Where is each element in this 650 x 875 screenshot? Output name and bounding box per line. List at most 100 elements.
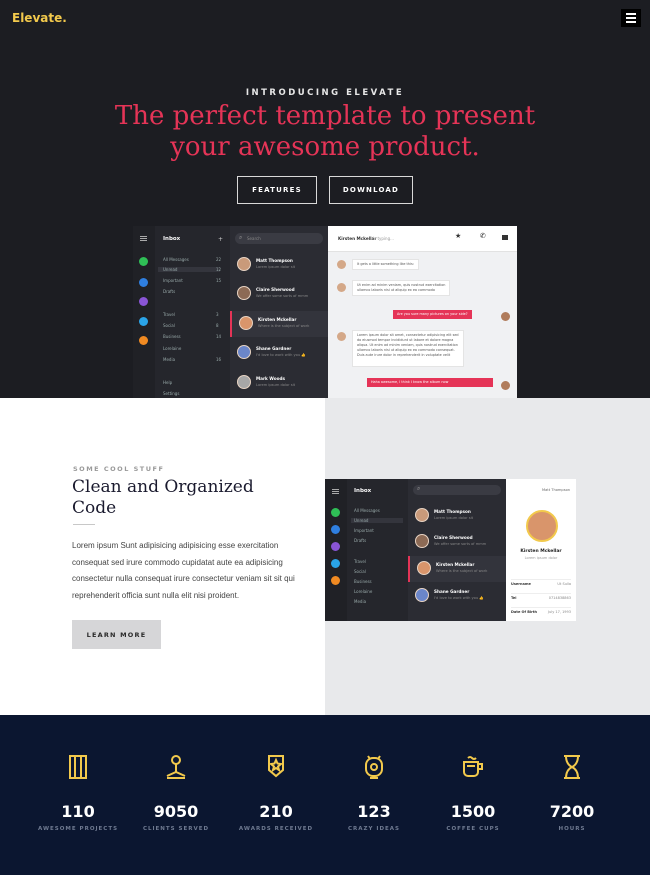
conversation-item[interactable]: Mark Woods Lorem ipsum dolor sit xyxy=(230,370,328,396)
search-input[interactable]: ⌕ Search xyxy=(235,233,323,244)
app-mockup-profile: Inbox All Messages Unread Important Draf… xyxy=(325,479,576,621)
folder-item[interactable]: Settings xyxy=(163,391,179,396)
stat-label: HOURS xyxy=(558,826,586,832)
inbox-title: Inbox xyxy=(354,488,372,494)
stat-value: 210 xyxy=(259,802,293,821)
hamburger-icon[interactable] xyxy=(621,9,641,27)
app-rail xyxy=(133,226,155,398)
conversation-item[interactable]: Shane Gardner I'd love to work with you … xyxy=(408,583,506,609)
hero-kicker: INTRODUCING ELEVATE xyxy=(245,88,405,98)
folder-item[interactable]: Business xyxy=(163,334,181,339)
contact-name: Kirsten Mckellar xyxy=(258,317,297,322)
row-value: July 17, 1993 xyxy=(548,610,571,614)
avatar xyxy=(337,332,346,341)
skype-icon xyxy=(331,559,340,568)
avatar xyxy=(337,260,346,269)
contact-preview: Lorem ipsum dolor sit xyxy=(434,516,474,520)
message-bubble: Ut enim ad minim veniam, quis nostrud ex… xyxy=(352,280,451,296)
conversation-item-active[interactable]: Kirsten Mckellar Where is the subject of… xyxy=(408,556,506,582)
folder-item[interactable]: All Messages xyxy=(163,257,189,262)
avatar xyxy=(237,257,251,271)
folder-count: 15 xyxy=(216,278,222,283)
folder-item[interactable]: Lorelaine xyxy=(163,346,181,351)
app-mockup-chat: Inbox + All Messages Unread Important Dr… xyxy=(133,226,517,398)
contact-name: Shane Gardner xyxy=(256,346,292,351)
stat-label: CRAZY IDEAS xyxy=(347,826,400,832)
contact-preview: Lorem ipsum dolor sit xyxy=(256,265,296,269)
conversation-item[interactable]: Shane Gardner I'd love to work with you … xyxy=(230,340,328,366)
folder-item[interactable]: Media xyxy=(354,599,366,604)
contact-preview: We offer some sorts of mmm xyxy=(256,294,309,298)
folder-item[interactable]: Business xyxy=(354,579,372,584)
message-bubble: It gets a little something like this: xyxy=(352,259,419,270)
folder-count: 14 xyxy=(216,334,222,339)
whatsapp-icon xyxy=(331,508,340,517)
stat-clients: 9050 CLIENTS SERVED xyxy=(126,752,226,832)
menu-icon xyxy=(140,236,147,237)
award-icon xyxy=(268,755,284,778)
learn-more-button[interactable]: LEARN MORE xyxy=(72,620,161,649)
star-icon[interactable]: ★ xyxy=(455,232,461,240)
message-bubble: Lorem ipsum dolor sit amet, consectetur … xyxy=(352,330,464,367)
folder-item[interactable]: Media xyxy=(163,357,175,362)
inbox-title: Inbox xyxy=(163,236,181,242)
skype-icon xyxy=(139,317,148,326)
profile-avatar xyxy=(526,510,558,542)
message-bubble-sent: Are you sure many pictures on your side? xyxy=(393,310,472,319)
coffee-icon xyxy=(463,756,483,777)
folder-item[interactable]: Social xyxy=(163,323,175,328)
folder-count: 22 xyxy=(216,257,222,262)
folder-item[interactable]: Social xyxy=(354,569,366,574)
stat-value: 1500 xyxy=(450,802,496,821)
contact-name: Claire Sherwood xyxy=(256,287,295,292)
folder-item[interactable]: Travel xyxy=(354,559,366,564)
conversation-item-active[interactable]: Kirsten Mckellar Where is the subject of… xyxy=(230,311,328,337)
rss-icon xyxy=(139,336,148,345)
folder-item[interactable]: Important xyxy=(354,528,374,533)
stat-value: 123 xyxy=(357,802,391,821)
stat-value: 9050 xyxy=(153,802,199,821)
contact-preview: We offer some sorts of mmm xyxy=(434,542,487,546)
row-label: Username xyxy=(511,582,531,586)
folder-item[interactable]: All Messages xyxy=(354,508,380,513)
folder-item[interactable]: Unread xyxy=(158,267,220,272)
features-button[interactable]: FEATURES xyxy=(237,176,317,204)
stat-coffee: 1500 COFFEE CUPS xyxy=(423,752,523,832)
conversation-list: ⌕ Matt Thompson Lorem ipsum dolor sit Cl… xyxy=(408,479,506,621)
rss-icon xyxy=(331,576,340,585)
folder-item[interactable]: Help xyxy=(163,380,172,385)
folder-item[interactable]: Lorelaine xyxy=(354,589,372,594)
avatar xyxy=(239,316,253,330)
row-value: 0714838863 xyxy=(548,596,571,600)
folder-item[interactable]: Drafts xyxy=(354,538,366,543)
video-icon[interactable] xyxy=(502,235,508,240)
phone-icon[interactable]: ✆ xyxy=(480,232,486,240)
folder-item[interactable]: Travel xyxy=(163,312,175,317)
stat-awards: 210 AWARDS RECEIVED xyxy=(226,752,326,832)
stats-section xyxy=(0,715,650,875)
avatar xyxy=(237,286,251,300)
conversation-item[interactable]: Claire Sherwood We offer some sorts of m… xyxy=(230,281,328,307)
chat-header-status: is typing... xyxy=(373,236,394,241)
search-input[interactable]: ⌕ xyxy=(413,485,501,495)
folder-item[interactable]: Important xyxy=(163,278,183,283)
conversation-item[interactable]: Matt Thompson Lorem ipsum dolor sit xyxy=(230,252,328,278)
folder-item[interactable]: Drafts xyxy=(163,289,175,294)
add-icon: + xyxy=(218,236,224,243)
download-button[interactable]: DOWNLOAD xyxy=(329,176,413,204)
profile-row: Tel 0714838863 xyxy=(511,593,571,600)
hero-headline: The perfect template to present your awe… xyxy=(0,101,650,163)
folder-item[interactable]: Unread xyxy=(351,518,403,523)
stat-ideas: 123 CRAZY IDEAS xyxy=(324,752,424,832)
brand-logo[interactable]: Elevate. xyxy=(12,11,67,25)
contact-name: Mark Woods xyxy=(256,376,286,381)
contact-preview: Where is the subject of work xyxy=(436,569,488,573)
contact-name: Kirsten Mckellar xyxy=(436,562,475,567)
search-icon: ⌕ xyxy=(417,485,421,492)
contact-preview: I'd love to work with you 👍 xyxy=(434,596,484,600)
conversation-item[interactable]: Matt Thompson Lorem ipsum dolor sit xyxy=(408,503,506,529)
profile-row: Username Ut Sulla xyxy=(511,579,571,586)
hourglass-icon xyxy=(564,755,580,779)
conversation-item[interactable]: Claire Sherwood We offer some sorts of m… xyxy=(408,529,506,555)
profile-subtitle: Lorem ipsum dolor xyxy=(524,556,558,560)
